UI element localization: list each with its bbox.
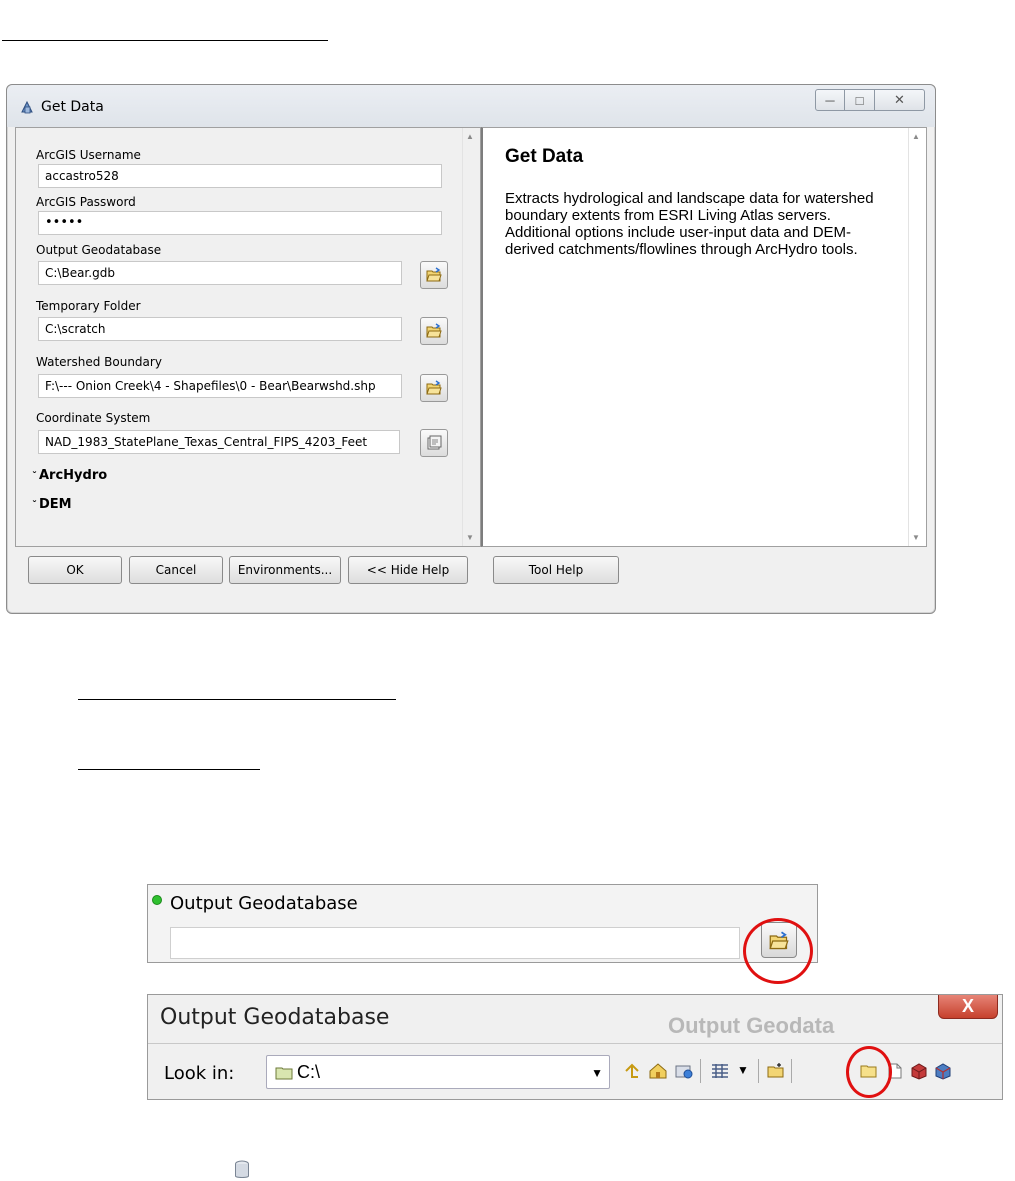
scroll-down-arrow-icon[interactable]: ▼: [466, 533, 474, 542]
highlight-circle: [743, 918, 813, 984]
coordinate-system-properties-button[interactable]: [420, 429, 448, 457]
file-geodatabase-icon: [235, 1160, 249, 1178]
divider: [148, 1043, 1002, 1044]
hide-help-button[interactable]: << Hide Help: [348, 556, 468, 584]
up-one-level-icon[interactable]: [622, 1061, 642, 1081]
maximize-button[interactable]: □: [845, 89, 875, 111]
maximize-icon: □: [855, 92, 864, 108]
toolbox-icon: [21, 100, 33, 114]
output-geodatabase-label: Output Geodatabase: [36, 243, 162, 257]
required-indicator-icon: [152, 895, 162, 905]
temporary-folder-label: Temporary Folder: [36, 299, 141, 313]
close-icon: X: [961, 995, 974, 1016]
output-geodatabase-parameter-crop: Output Geodatabase: [147, 884, 818, 963]
temporary-folder-input[interactable]: C:\scratch: [38, 317, 402, 341]
open-folder-icon: [426, 267, 442, 282]
get-data-dialog: Get Data ─ □ ✕ ArcGIS Username accastro5…: [6, 84, 936, 614]
drive-folder-icon: [275, 1067, 293, 1080]
cancel-button[interactable]: Cancel: [129, 556, 223, 584]
ok-button[interactable]: OK: [28, 556, 122, 584]
password-input[interactable]: •••••: [38, 211, 442, 235]
scroll-up-arrow-icon[interactable]: ▲: [912, 132, 920, 141]
password-label: ArcGIS Password: [36, 195, 136, 209]
output-geodatabase-label: Output Geodatabase: [170, 893, 358, 914]
watershed-boundary-input[interactable]: F:\--- Onion Creek\4 - Shapefiles\0 - Be…: [38, 374, 402, 398]
toolbar-separator: [758, 1059, 759, 1083]
toolbar-separator: [700, 1059, 701, 1083]
view-options-arrow-icon[interactable]: ▼: [737, 1063, 749, 1077]
minimize-icon: ─: [825, 92, 835, 108]
new-geodatabase-icon[interactable]: [933, 1061, 953, 1081]
coordinate-system-label: Coordinate System: [36, 411, 151, 425]
properties-icon: [427, 435, 442, 450]
expand-chevron-icon: ˇ: [32, 471, 37, 482]
open-folder-icon: [426, 380, 442, 395]
coordinate-system-input[interactable]: NAD_1983_StatePlane_Texas_Central_FIPS_4…: [38, 430, 400, 454]
new-folder-icon[interactable]: [766, 1061, 786, 1081]
output-geodatabase-browse-button[interactable]: [420, 261, 448, 289]
section-archydro[interactable]: ˇ ArcHydro: [32, 468, 107, 483]
browser-close-button[interactable]: X: [938, 995, 998, 1019]
tool-help-button[interactable]: Tool Help: [493, 556, 619, 584]
dialog-title: Get Data: [41, 99, 104, 115]
chevron-down-icon: ▼: [591, 1066, 603, 1080]
browser-background-title: Output Geodata: [668, 1013, 835, 1038]
expand-chevron-icon: ˇ: [32, 500, 37, 511]
close-icon: ✕: [894, 92, 905, 107]
doc-underline-3: [78, 769, 260, 770]
open-folder-icon: [426, 323, 442, 338]
look-in-value: C:\: [297, 1062, 321, 1082]
minimize-button[interactable]: ─: [815, 89, 845, 111]
watershed-boundary-label: Watershed Boundary: [36, 355, 162, 369]
username-input[interactable]: accastro528: [38, 164, 442, 188]
connect-folder-icon[interactable]: [674, 1061, 694, 1081]
parameters-pane: ArcGIS Username accastro528 ArcGIS Passw…: [15, 127, 481, 547]
watershed-boundary-browse-button[interactable]: [420, 374, 448, 402]
look-in-dropdown[interactable]: C:\ ▼: [266, 1055, 610, 1089]
scroll-down-arrow-icon[interactable]: ▼: [912, 533, 920, 542]
output-geodatabase-input[interactable]: [170, 927, 740, 959]
doc-underline-2: [78, 699, 396, 700]
doc-underline-1: [2, 40, 328, 41]
help-scrollbar[interactable]: ▲ ▼: [908, 128, 926, 546]
help-pane: Get Data Extracts hydrological and lands…: [481, 127, 927, 547]
home-icon[interactable]: [648, 1061, 668, 1081]
titlebar[interactable]: Get Data ─ □ ✕: [7, 85, 935, 127]
new-toolbox-icon[interactable]: [909, 1061, 929, 1081]
output-geodatabase-input[interactable]: C:\Bear.gdb: [38, 261, 402, 285]
highlight-circle: [846, 1046, 892, 1098]
parameters-scrollbar[interactable]: ▲ ▼: [462, 128, 480, 546]
look-in-label: Look in:: [164, 1063, 235, 1084]
view-list-icon[interactable]: [710, 1061, 730, 1081]
browser-title: Output Geodatabase: [160, 1005, 390, 1030]
scroll-up-arrow-icon[interactable]: ▲: [466, 132, 474, 141]
temporary-folder-browse-button[interactable]: [420, 317, 448, 345]
username-label: ArcGIS Username: [36, 148, 141, 162]
toolbar-separator: [791, 1059, 792, 1083]
help-description: Extracts hydrological and landscape data…: [505, 190, 874, 258]
environments-button[interactable]: Environments...: [229, 556, 341, 584]
section-dem[interactable]: ˇ DEM: [32, 497, 72, 512]
close-button[interactable]: ✕: [875, 89, 925, 111]
help-title: Get Data: [505, 146, 584, 167]
